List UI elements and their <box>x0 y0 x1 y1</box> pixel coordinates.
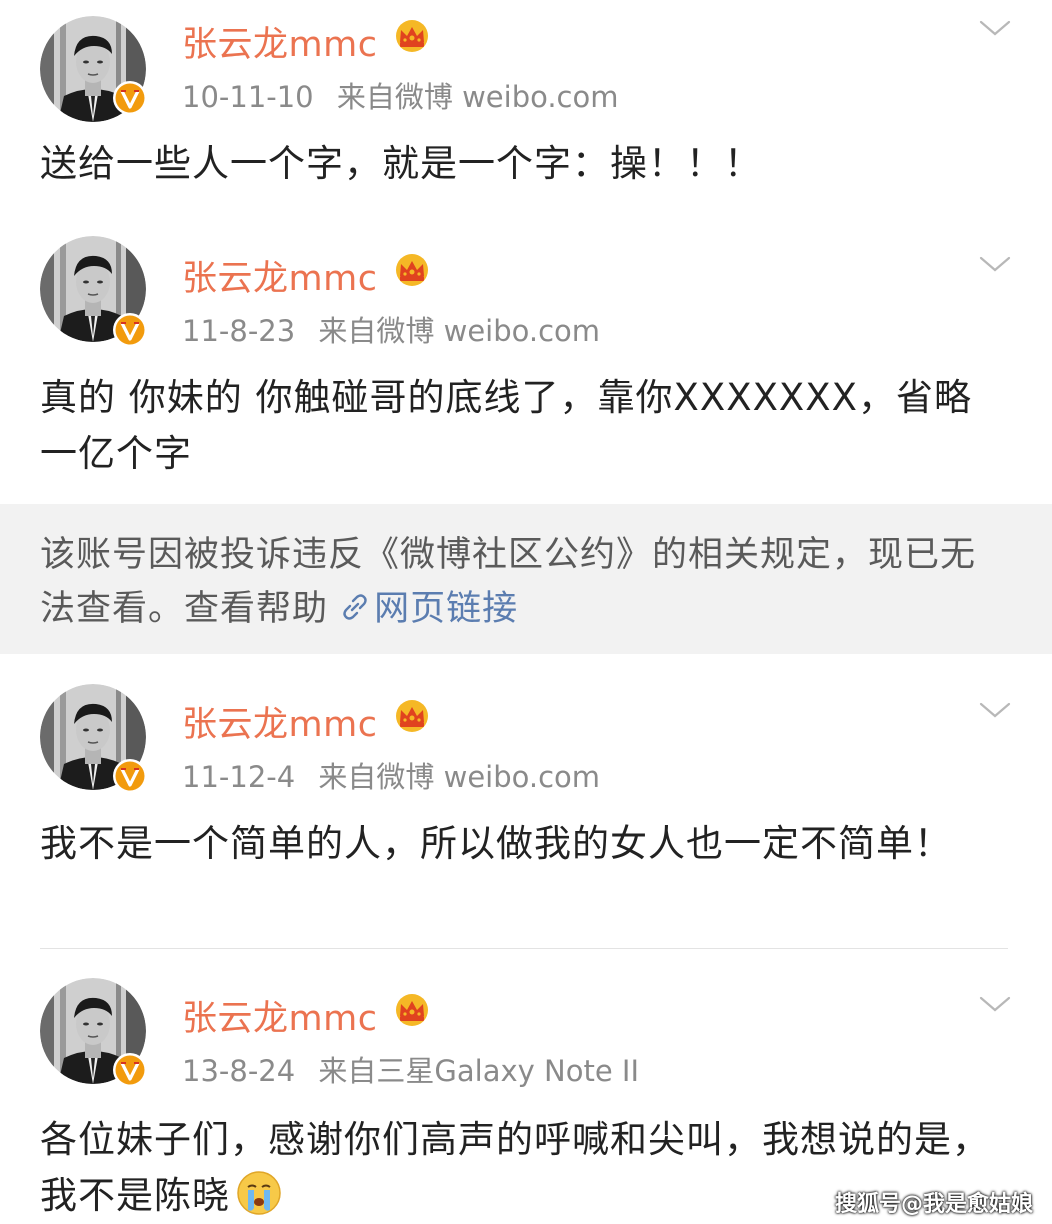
crown-icon <box>392 992 432 1028</box>
notice-text: 该账号因被投诉违反《微博社区公约》的相关规定，现已无法查看。查看帮助 网页链接 <box>40 528 1002 636</box>
post-meta: 11-8-23 来自微博 weibo.com <box>182 308 600 350</box>
verified-badge-icon <box>112 758 148 794</box>
post-text: 真的 你妹的 你触碰哥的底线了，靠你XXXXXXX，省略一亿个字 <box>40 376 972 475</box>
username[interactable]: 张云龙mmc <box>182 16 377 67</box>
username[interactable]: 张云龙mmc <box>182 696 377 747</box>
post-text: 我不是一个简单的人，所以做我的女人也一定不简单！ <box>40 822 952 865</box>
post-source: 来自微博 weibo.com <box>318 760 601 794</box>
divider <box>40 948 1008 949</box>
verified-badge-icon <box>112 80 148 116</box>
account-restricted-notice: 该账号因被投诉违反《微博社区公约》的相关规定，现已无法查看。查看帮助 网页链接 <box>0 504 1052 654</box>
post-source: 来自微博 weibo.com <box>318 314 601 348</box>
post-date: 10-11-10 <box>182 80 314 114</box>
crown-icon <box>392 252 432 288</box>
post-source: 来自微博 weibo.com <box>336 80 619 114</box>
username[interactable]: 张云龙mmc <box>182 250 377 301</box>
chevron-down-icon[interactable] <box>978 700 1012 720</box>
web-link[interactable]: 网页链接 <box>340 589 518 629</box>
post-date: 11-12-4 <box>182 760 296 794</box>
weibo-post-3: 张云龙mmc 11-12-4 来自微博 weibo.com 我不是一个简单的人，… <box>0 670 1052 948</box>
chevron-down-icon[interactable] <box>978 994 1012 1014</box>
weibo-post-4: 张云龙mmc 13-8-24 来自三星Galaxy Note II 各位妹子们，… <box>0 962 1052 1224</box>
crown-icon <box>392 18 432 54</box>
post-source: 来自三星Galaxy Note II <box>318 1054 639 1088</box>
verified-badge-icon <box>112 1052 148 1088</box>
chevron-down-icon[interactable] <box>978 18 1012 38</box>
post-meta: 10-11-10 来自微博 weibo.com <box>182 74 619 116</box>
post-text: 送给一些人一个字，就是一个字：操！！！ <box>40 142 762 185</box>
post-date: 11-8-23 <box>182 314 296 348</box>
crown-icon <box>392 698 432 734</box>
post-meta: 13-8-24 来自三星Galaxy Note II <box>182 1048 639 1090</box>
watermark: 搜狐号@我是愈姑娘 <box>835 1192 1034 1217</box>
chevron-down-icon[interactable] <box>978 254 1012 274</box>
username[interactable]: 张云龙mmc <box>182 990 377 1041</box>
post-meta: 11-12-4 来自微博 weibo.com <box>182 754 600 796</box>
post-date: 13-8-24 <box>182 1054 296 1088</box>
link-icon <box>343 594 367 620</box>
weibo-post-2: 张云龙mmc 11-8-23 来自微博 weibo.com 真的 你妹的 你触碰… <box>0 220 1052 504</box>
verified-badge-icon <box>112 312 148 348</box>
web-link-label[interactable]: 网页链接 <box>374 589 518 629</box>
crying-emoji-icon <box>237 1171 281 1215</box>
weibo-post-1: 张云龙mmc 10-11-10 来自微博 weibo.com 送给一些人一个字，… <box>0 0 1052 200</box>
